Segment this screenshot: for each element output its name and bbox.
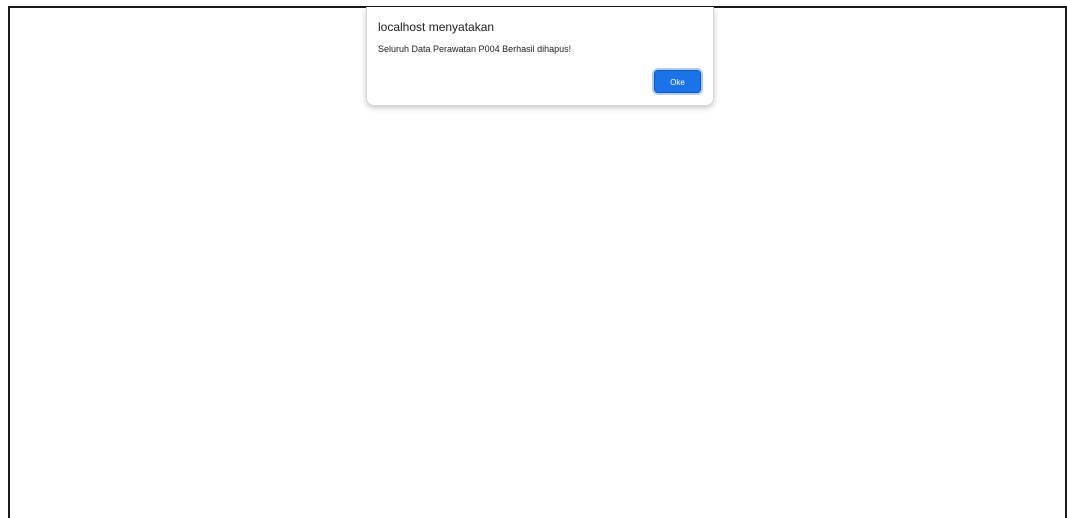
alert-dialog: localhost menyatakan Seluruh Data Perawa… [366,7,714,106]
dialog-title: localhost menyatakan [378,20,495,34]
dialog-message: Seluruh Data Perawatan P004 Berhasil dih… [378,44,572,54]
browser-viewport: localhost menyatakan Seluruh Data Perawa… [0,0,1067,518]
ok-button[interactable]: Oke [654,70,701,93]
